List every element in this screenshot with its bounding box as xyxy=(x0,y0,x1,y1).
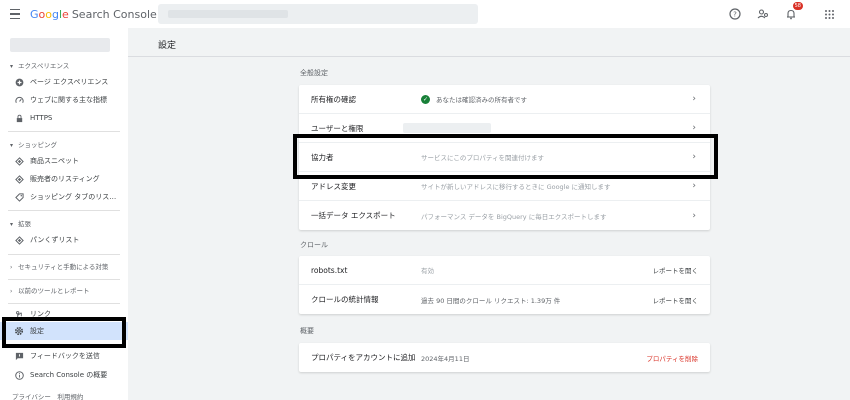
row-desc: パフォーマンス データを BigQuery に毎日エクスポートします xyxy=(421,212,607,221)
logo-letter: o xyxy=(45,7,52,21)
sidebar-item-label: 商品スニペット xyxy=(30,157,79,165)
users-icon[interactable] xyxy=(756,7,770,21)
open-report-button[interactable]: レポートを開く xyxy=(653,265,699,275)
highlight-box-settings xyxy=(2,317,126,348)
row-label: クロールの統計情報 xyxy=(311,295,379,304)
section-security[interactable]: › セキュリティと手動による対策 xyxy=(10,261,108,271)
section-label: ショッピング xyxy=(18,141,57,149)
section-enhancements[interactable]: ▾ 拡張 xyxy=(10,218,31,228)
remove-property-button[interactable]: プロパティを削除 xyxy=(646,353,698,363)
sidebar-item-about[interactable]: Search Console の概要 xyxy=(0,366,128,384)
page-title: 設定 xyxy=(158,41,177,51)
sidebar-item-product-snippets[interactable]: 商品スニペット xyxy=(0,152,128,170)
settings-row-robots[interactable]: robots.txt 有効 レポートを開く xyxy=(299,256,710,285)
notification-badge: 58 xyxy=(792,2,803,10)
section-label: エクスペリエンス xyxy=(18,62,70,70)
row-label: アドレス変更 xyxy=(311,181,356,191)
property-selector[interactable] xyxy=(158,4,478,24)
diamond-icon xyxy=(14,156,24,166)
sidebar-item-label: ウェブに関する主な指標 xyxy=(30,96,107,104)
row-label: 所有権の確認 xyxy=(311,94,356,104)
section-label: セキュリティと手動による対策 xyxy=(18,263,109,271)
logo-letter: G xyxy=(30,7,39,21)
sidebar-item-label: Search Console の概要 xyxy=(30,371,108,379)
chevron-right-icon: › xyxy=(692,94,696,104)
chevron-right-icon: › xyxy=(692,181,696,191)
divider xyxy=(8,131,120,132)
sidebar-item-merchant-listings[interactable]: 販売者のリスティング xyxy=(0,170,128,188)
highlight-box-associations xyxy=(293,134,718,179)
diamond-icon xyxy=(14,235,24,245)
header-divider xyxy=(128,56,850,57)
settings-row-ownership[interactable]: 所有権の確認 ✓ あなたは確認済みの所有者です › xyxy=(299,85,710,114)
section-label: 以前のツールとレポート xyxy=(18,287,90,295)
sidebar-item-core-web-vitals[interactable]: ウェブに関する主な指標 xyxy=(0,91,128,109)
divider xyxy=(8,279,120,280)
chevron-right-icon: › xyxy=(692,123,696,133)
sidebar-item-page-experience[interactable]: ページ エクスペリエンス xyxy=(0,73,128,91)
section-crawl: クロール xyxy=(300,241,328,249)
speed-icon xyxy=(14,95,24,105)
sidebar-item-label: ページ エクスペリエンス xyxy=(30,78,109,86)
open-report-button[interactable]: レポートを開く xyxy=(653,295,699,305)
row-desc: 有効 xyxy=(421,267,434,275)
row-desc: ✓ あなたは確認済みの所有者です xyxy=(421,94,527,105)
check-circle-icon: ✓ xyxy=(421,95,430,105)
about-card: プロパティをアカウントに追加 2024年4月11日 プロパティを削除 xyxy=(299,343,710,372)
settings-row-bulk-export[interactable]: 一括データ エクスポート パフォーマンス データを BigQuery に毎日エク… xyxy=(299,201,710,230)
svg-text:?: ? xyxy=(733,11,737,19)
section-shopping[interactable]: ▾ ショッピング xyxy=(10,139,57,149)
row-desc: 2024年4月11日 xyxy=(421,354,470,363)
row-desc: 過去 90 日間のクロール リクエスト: 1.39万 件 xyxy=(421,296,561,305)
chevron-right-icon: › xyxy=(692,210,696,221)
apps-grid-icon[interactable] xyxy=(822,7,836,21)
section-legacy-tools[interactable]: › 以前のツールとレポート xyxy=(10,285,90,295)
sidebar-item-https[interactable]: HTTPS xyxy=(0,109,128,127)
sidebar-item-shopping-tab[interactable]: ショッピング タブのリス… xyxy=(0,188,128,206)
settings-row-add-to-account[interactable]: プロパティをアカウントに追加 2024年4月11日 プロパティを削除 xyxy=(299,343,710,372)
sidebar-item-label: HTTPS xyxy=(30,114,53,122)
menu-icon[interactable] xyxy=(10,5,28,23)
crawl-card: robots.txt 有効 レポートを開く クロールの統計情報 過去 90 日間… xyxy=(299,256,710,314)
redacted-property xyxy=(168,10,288,18)
logo-letter: g xyxy=(52,7,59,21)
top-icons: ? 58 xyxy=(728,0,836,28)
row-label: ユーザーと権限 xyxy=(311,123,364,133)
logo-letter: e xyxy=(62,7,69,21)
sidebar-item-label: 販売者のリスティング xyxy=(30,175,100,183)
notifications-icon[interactable]: 58 xyxy=(784,2,803,21)
lock-icon xyxy=(14,113,24,123)
settings-row-crawl-stats[interactable]: クロールの統計情報 過去 90 日間のクロール リクエスト: 1.39万 件 レ… xyxy=(299,285,710,314)
help-icon[interactable]: ? xyxy=(728,7,742,21)
top-app-bar: Google Search Console ? 58 xyxy=(0,0,850,28)
feedback-icon xyxy=(14,351,24,361)
row-label: プロパティをアカウントに追加 xyxy=(311,353,416,362)
divider xyxy=(8,303,120,304)
sidebar-item-breadcrumbs[interactable]: パンくずリスト xyxy=(0,231,128,249)
section-about: 概要 xyxy=(300,327,314,335)
row-desc: サイトが新しいアドレスに移行するときに Google に通知します xyxy=(421,183,611,191)
tag-icon xyxy=(14,192,24,202)
redacted-users xyxy=(403,123,491,133)
ownership-status: あなたは確認済みの所有者です xyxy=(436,95,527,104)
sidebar-item-label: フィードバックを送信 xyxy=(30,352,100,360)
info-icon xyxy=(14,370,24,380)
diamond-icon xyxy=(14,174,24,184)
plus-circle-icon xyxy=(14,77,24,87)
section-experience[interactable]: ▾ エクスペリエンス xyxy=(10,60,69,70)
divider xyxy=(8,210,120,211)
row-label: 一括データ エクスポート xyxy=(311,211,396,220)
product-name: Search Console xyxy=(71,7,157,21)
redacted-property-name xyxy=(10,38,110,52)
sidebar-item-feedback[interactable]: フィードバックを送信 xyxy=(0,347,128,365)
sidebar-item-label: パンくずリスト xyxy=(30,236,80,244)
sidebar-footer-links[interactable]: プライバシー 利用規約 xyxy=(12,391,83,400)
section-label: 拡張 xyxy=(18,220,31,228)
section-general-settings: 全般設定 xyxy=(300,69,328,77)
search-console-logo[interactable]: Google Search Console xyxy=(30,8,157,21)
sidebar-item-label: ショッピング タブのリス… xyxy=(30,193,117,201)
row-label: robots.txt xyxy=(311,265,348,275)
divider xyxy=(8,254,120,255)
